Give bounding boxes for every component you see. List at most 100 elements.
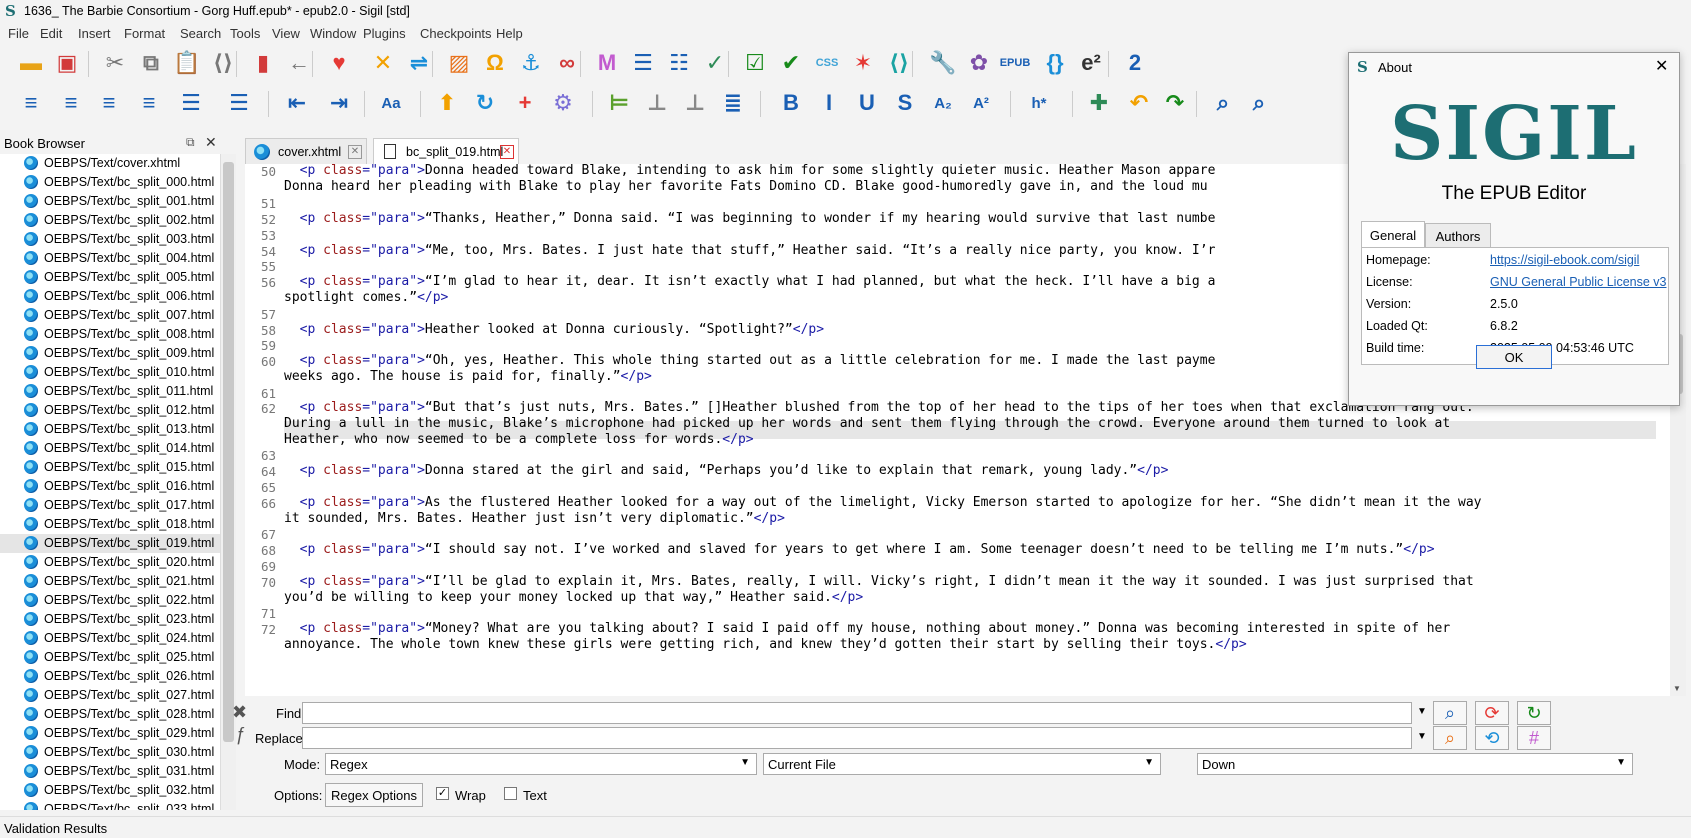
- back-icon[interactable]: ←: [284, 48, 314, 78]
- book-browser-item[interactable]: OEBPS/Text/bc_split_013.html: [24, 420, 220, 439]
- scroll-down-icon[interactable]: ▼: [1673, 684, 1681, 693]
- code-line[interactable]: <p class="para">“But that’s just nuts, M…: [284, 400, 1474, 415]
- e2e-icon[interactable]: e²: [1076, 48, 1106, 78]
- redo-icon[interactable]: ↷: [1160, 88, 1190, 118]
- book-browser-item[interactable]: OEBPS/Text/bc_split_030.html: [24, 743, 220, 762]
- menu-search[interactable]: Search: [180, 26, 221, 41]
- book-browser-item[interactable]: OEBPS/Text/bc_split_016.html: [24, 477, 220, 496]
- insert-row-icon[interactable]: ⊨: [604, 88, 634, 118]
- license-link[interactable]: GNU General Public License v3: [1490, 275, 1666, 289]
- sparkle-icon[interactable]: ✶: [848, 48, 878, 78]
- heart-icon[interactable]: ♥: [324, 48, 354, 78]
- report-icon[interactable]: ☷: [664, 48, 694, 78]
- menu-tools[interactable]: Tools: [230, 26, 260, 41]
- link-icon[interactable]: ∞: [552, 48, 582, 78]
- code-icon[interactable]: ⟨⟩: [208, 48, 238, 78]
- code-line[interactable]: <p class="para">Donna headed toward Blak…: [284, 164, 1216, 178]
- book-browser-item[interactable]: OEBPS/Text/bc_split_020.html: [24, 553, 220, 572]
- regex-options-button[interactable]: Regex Options: [325, 783, 423, 807]
- homepage-link[interactable]: https://sigil-ebook.com/sigil: [1490, 253, 1639, 267]
- book-browser-item[interactable]: OEBPS/Text/bc_split_031.html: [24, 762, 220, 781]
- save-icon[interactable]: ▣: [52, 48, 82, 78]
- mode-select[interactable]: Regex ▼: [325, 753, 757, 775]
- code-line[interactable]: <p class="para">“Me, too, Mrs. Bates. I …: [284, 243, 1216, 258]
- code-line[interactable]: weeks ago. The house is paid for, finall…: [284, 369, 652, 384]
- find-button[interactable]: ⌕: [1433, 701, 1467, 725]
- code-line[interactable]: it sounded, Mrs. Bates. Heather just isn…: [284, 511, 785, 526]
- align-right-icon[interactable]: ≡: [94, 88, 124, 118]
- replace-all-button[interactable]: ↻: [1517, 701, 1551, 725]
- code-line[interactable]: <p class="para">“I’ll be glad to explain…: [284, 574, 1474, 589]
- align-left-icon[interactable]: ≡: [16, 88, 46, 118]
- code-line[interactable]: <p class="para">“Oh, yes, Heather. This …: [284, 353, 1216, 368]
- book-browser-item[interactable]: OEBPS/Text/bc_split_003.html: [24, 230, 220, 249]
- close-find-icon[interactable]: ✖: [232, 702, 247, 723]
- direction-select[interactable]: Down ▼: [1197, 753, 1633, 775]
- paste-icon[interactable]: 📋: [172, 48, 202, 78]
- book-browser-item[interactable]: OEBPS/Text/bc_split_005.html: [24, 268, 220, 287]
- close-tab-icon[interactable]: ✕: [348, 145, 362, 159]
- anchor-icon[interactable]: ⚓: [516, 48, 546, 78]
- code-line[interactable]: spotlight comes.”</p>: [284, 290, 448, 305]
- cut-icon[interactable]: ✂: [100, 48, 130, 78]
- find-input[interactable]: [302, 702, 1412, 724]
- html-icon[interactable]: ⟨⟩: [884, 48, 914, 78]
- spellcheck-icon[interactable]: ✓: [700, 48, 730, 78]
- wrap-checkbox[interactable]: ✓: [436, 787, 449, 800]
- code-line[interactable]: <p class="para">“I’m glad to hear it, de…: [284, 274, 1216, 289]
- menu-view[interactable]: View: [272, 26, 300, 41]
- bookmark-icon[interactable]: ▮: [248, 48, 278, 78]
- book-browser-item[interactable]: OEBPS/Text/bc_split_015.html: [24, 458, 220, 477]
- menu-plugins[interactable]: Plugins: [363, 26, 406, 41]
- close-icon[interactable]: ✕: [205, 134, 217, 151]
- book-browser-item[interactable]: OEBPS/Text/bc_split_001.html: [24, 192, 220, 211]
- search-icon[interactable]: ⌕: [1208, 88, 1238, 118]
- find-history-dropdown[interactable]: ▼: [1417, 706, 1427, 717]
- tab-general[interactable]: General: [1361, 221, 1425, 247]
- replace-history-dropdown[interactable]: ▼: [1417, 731, 1427, 742]
- book-browser-item[interactable]: OEBPS/Text/bc_split_028.html: [24, 705, 220, 724]
- epubclean-icon[interactable]: EPUB: [1000, 48, 1031, 78]
- scope-select[interactable]: Current File ▼: [763, 753, 1161, 775]
- well-formed-icon[interactable]: ✔: [776, 48, 806, 78]
- text-checkbox[interactable]: [504, 787, 517, 800]
- add-circle-icon[interactable]: ✚: [1084, 88, 1114, 118]
- tab-bc-split-019[interactable]: bc_split_019.html ✕: [373, 138, 519, 164]
- tab-cover[interactable]: cover.xhtml ✕: [245, 138, 367, 164]
- ok-button[interactable]: OK: [1476, 345, 1552, 369]
- case-icon[interactable]: Aa: [376, 88, 406, 118]
- book-browser-item[interactable]: OEBPS/Text/bc_split_017.html: [24, 496, 220, 515]
- strike-icon[interactable]: S: [890, 88, 920, 118]
- menu-window[interactable]: Window: [310, 26, 356, 41]
- book-browser-item[interactable]: OEBPS/Text/bc_split_019.html: [0, 534, 220, 553]
- menu-insert[interactable]: Insert: [78, 26, 111, 41]
- css-tool-icon[interactable]: {}: [1040, 48, 1070, 78]
- align-center-icon[interactable]: ≡: [56, 88, 86, 118]
- book-browser-item[interactable]: OEBPS/Text/bc_split_000.html: [24, 173, 220, 192]
- outdent-icon[interactable]: ⇤: [282, 88, 312, 118]
- scrollbar-thumb[interactable]: [223, 162, 234, 742]
- code-line[interactable]: annoyance. The whole town knew these gir…: [284, 637, 1247, 652]
- book-browser-item[interactable]: OEBPS/Text/bc_split_018.html: [24, 515, 220, 534]
- refresh-icon[interactable]: ↻: [470, 88, 500, 118]
- delete-row-icon[interactable]: ⊥: [680, 88, 710, 118]
- move-icon[interactable]: ⊥: [642, 88, 672, 118]
- code-line[interactable]: During a lull in the music, Blake’s micr…: [284, 416, 1450, 431]
- book-browser-item[interactable]: OEBPS/Text/bc_split_007.html: [24, 306, 220, 325]
- book-browser-item[interactable]: OEBPS/Text/bc_split_026.html: [24, 667, 220, 686]
- replace-input[interactable]: [302, 727, 1412, 749]
- book-browser-item[interactable]: OEBPS/Text/bc_split_012.html: [24, 401, 220, 420]
- count-button[interactable]: ⌕: [1433, 726, 1467, 750]
- number-button[interactable]: #: [1517, 726, 1551, 750]
- menu-file[interactable]: File: [8, 26, 29, 41]
- image-icon[interactable]: ▨: [444, 48, 474, 78]
- underline-icon[interactable]: U: [852, 88, 882, 118]
- search-settings-icon[interactable]: ⌕: [1244, 88, 1274, 118]
- book-browser-item[interactable]: OEBPS/Text/bc_split_006.html: [24, 287, 220, 306]
- replace-button[interactable]: ⟳: [1475, 701, 1509, 725]
- heading-icon[interactable]: h*: [1024, 88, 1054, 118]
- book-browser-item[interactable]: OEBPS/Text/cover.xhtml: [24, 154, 220, 173]
- book-browser-item[interactable]: OEBPS/Text/bc_split_011.html: [24, 382, 220, 401]
- code-line[interactable]: <p class="para">Donna stared at the girl…: [284, 463, 1169, 478]
- meta-icon[interactable]: M: [592, 48, 622, 78]
